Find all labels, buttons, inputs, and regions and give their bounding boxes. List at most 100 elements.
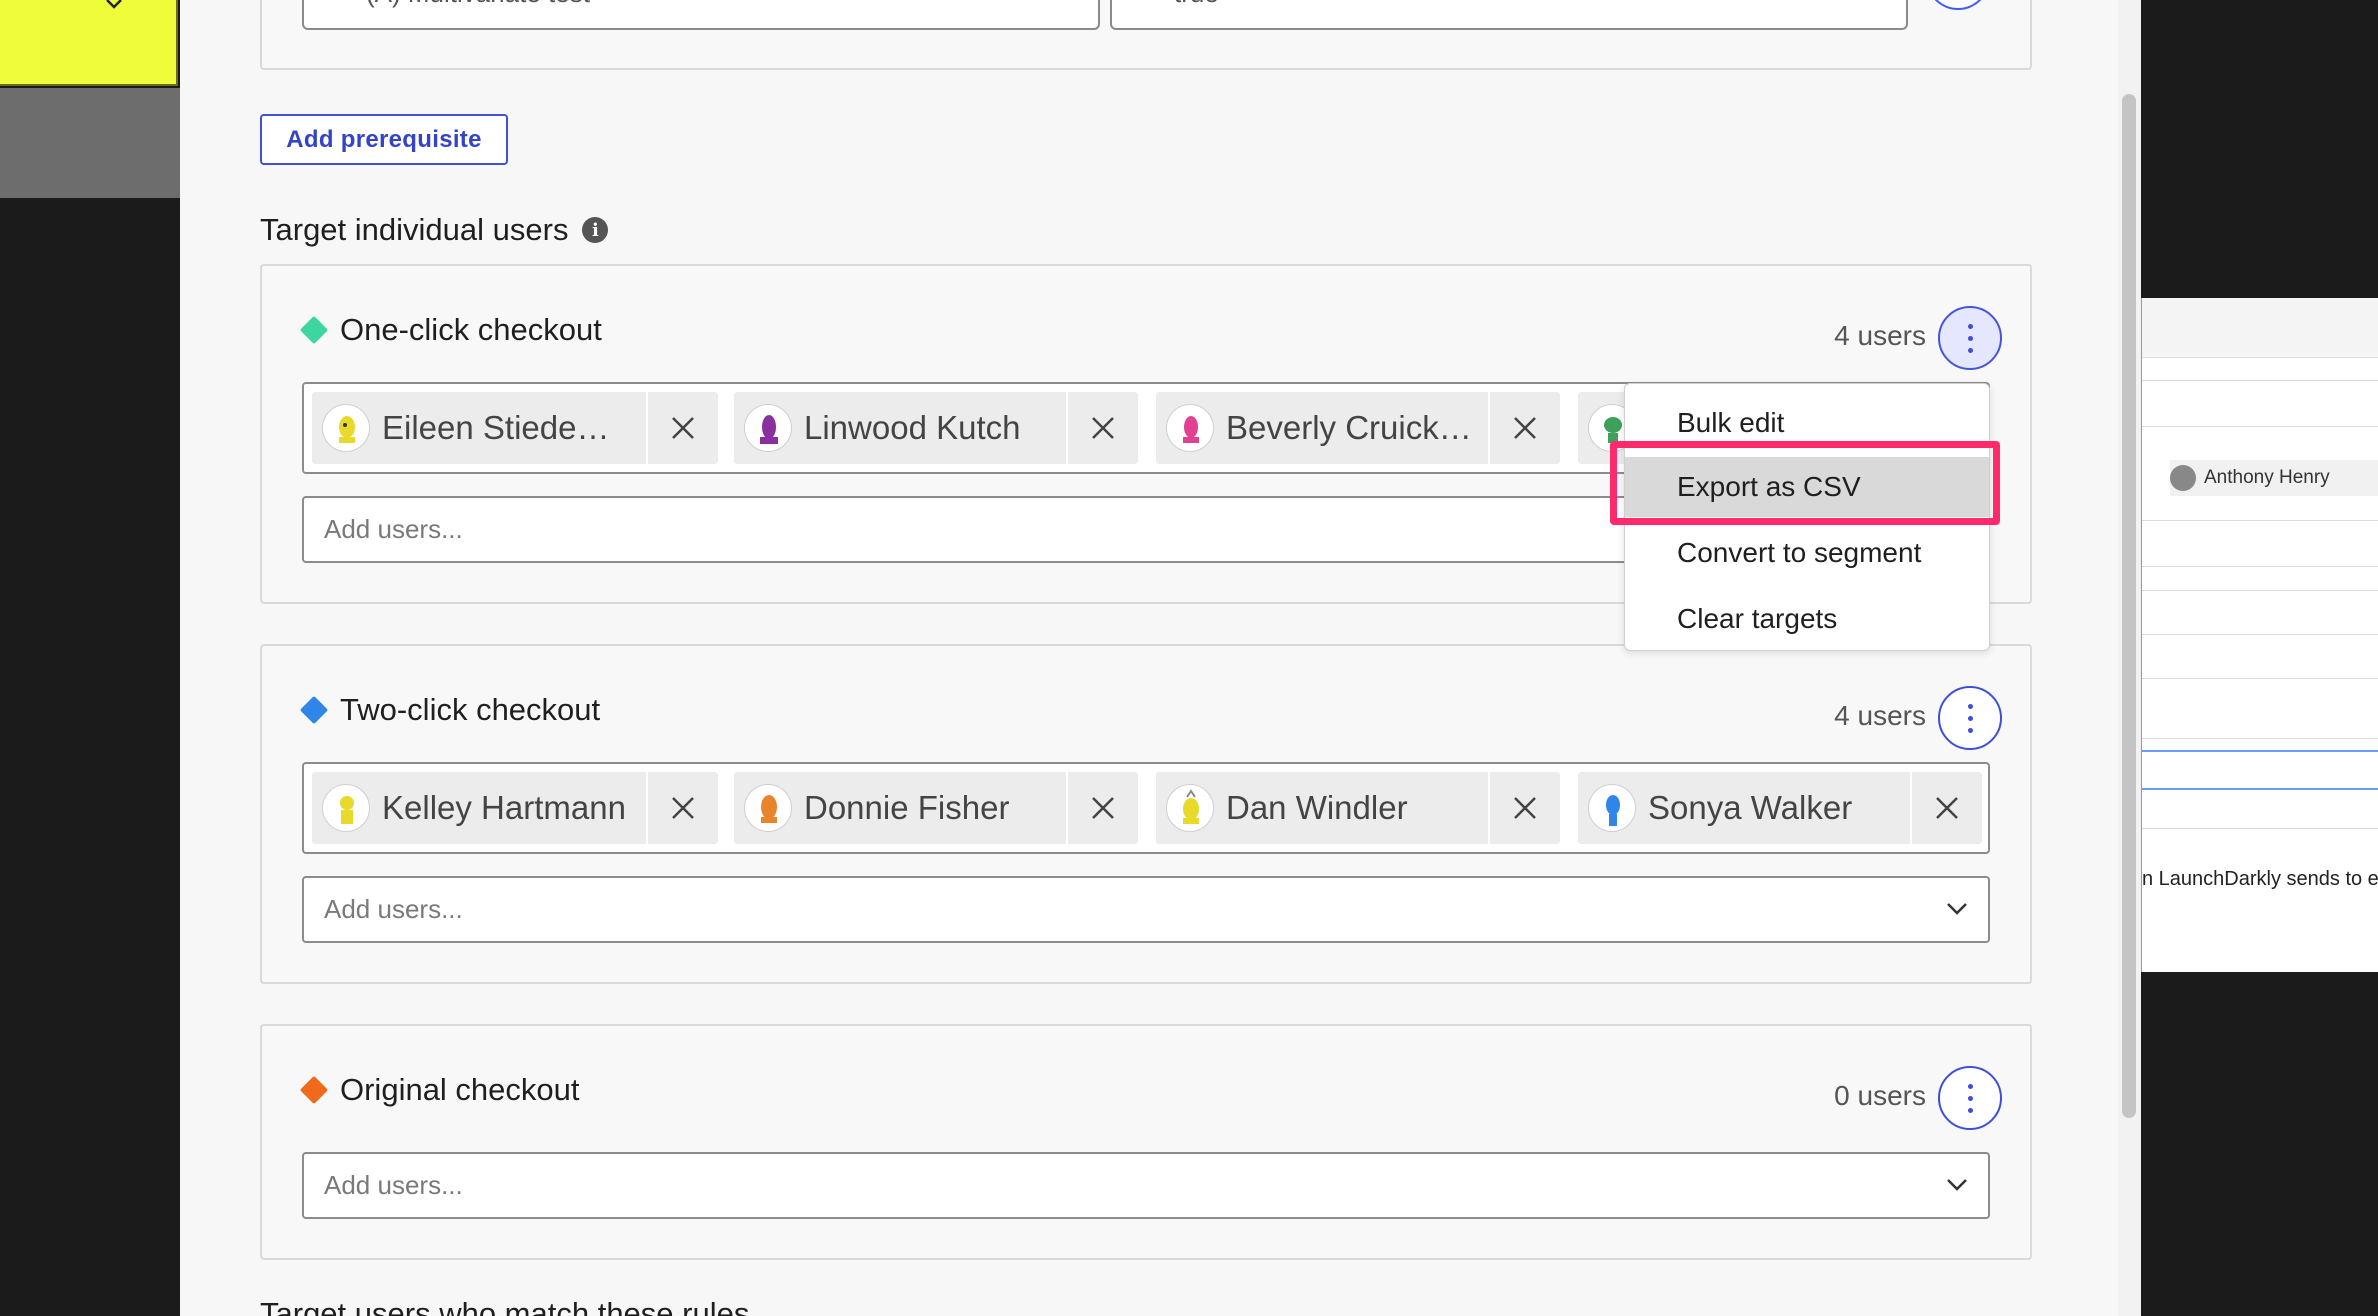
avatar xyxy=(1166,404,1214,452)
value-select-text: true xyxy=(1174,0,1219,9)
remove-user-button[interactable] xyxy=(1910,772,1982,844)
kebab-dot xyxy=(1968,704,1973,709)
remove-user-button[interactable] xyxy=(1488,772,1560,844)
rules-section-title: Target users who match these rules xyxy=(260,1296,750,1316)
add-users-select[interactable]: Add users... xyxy=(302,876,1990,943)
left-sidebar xyxy=(0,0,180,1316)
kebab-dot xyxy=(1968,1096,1973,1101)
close-icon xyxy=(1514,417,1536,439)
user-chip: Donnie Fisher xyxy=(734,772,1138,844)
remove-user-button[interactable] xyxy=(1488,392,1560,464)
avatar xyxy=(1588,784,1636,832)
close-icon xyxy=(1514,797,1536,819)
kebab-dot xyxy=(1968,348,1973,353)
avatar xyxy=(744,404,792,452)
divider xyxy=(2142,590,2378,591)
variation-header: Original checkout xyxy=(299,1072,580,1108)
remove-user-button[interactable] xyxy=(646,392,718,464)
divider xyxy=(2142,738,2378,739)
variation-header: One-click checkout xyxy=(299,312,602,348)
add-users-select[interactable]: Add users... xyxy=(302,1152,1990,1219)
chevron-down-icon xyxy=(1947,1179,1967,1191)
user-chip-name: Donnie Fisher xyxy=(804,789,1010,826)
value-select[interactable]: true xyxy=(1110,0,1908,30)
remove-user-button[interactable] xyxy=(1066,772,1138,844)
variation-diamond-icon xyxy=(299,695,329,725)
divider xyxy=(2142,520,2378,521)
user-count: 4 users xyxy=(1834,320,1926,351)
bg-window-header xyxy=(2142,298,2378,358)
kebab-dot xyxy=(1968,728,1973,733)
user-chip: Sonya Walker xyxy=(1578,772,1982,844)
variation-menu-button[interactable] xyxy=(1938,686,2002,750)
bg-description-text: n LaunchDarkly sends to e xyxy=(2142,868,2378,890)
divider xyxy=(2142,566,2378,567)
user-count: 0 users xyxy=(1834,1080,1926,1111)
kebab-dot xyxy=(1968,324,1973,329)
remove-user-button[interactable] xyxy=(646,772,718,844)
user-chip-name: Dan Windler xyxy=(1226,789,1408,826)
user-chip: Eileen Stiede… xyxy=(312,392,718,464)
variation-menu-button[interactable] xyxy=(1938,306,2002,370)
variation-name: Original checkout xyxy=(340,1072,580,1107)
user-chip-name: Eileen Stiede… xyxy=(382,409,610,446)
bg-focused-field xyxy=(2142,750,2378,790)
kebab-dot xyxy=(1968,336,1973,341)
avatar xyxy=(322,784,370,832)
remove-user-button[interactable] xyxy=(1066,392,1138,464)
menu-item-bulk-edit[interactable]: Bulk edit xyxy=(1625,393,1989,453)
user-count: 4 users xyxy=(1834,700,1926,731)
divider xyxy=(2142,678,2378,679)
section-title-text: Target individual users xyxy=(260,212,569,247)
user-chip: Kelley Hartmann xyxy=(312,772,718,844)
prerequisite-menu-button[interactable] xyxy=(1926,0,1990,10)
avatar xyxy=(744,784,792,832)
add-users-placeholder: Add users... xyxy=(324,894,463,924)
divider xyxy=(2142,380,2378,381)
section-title: Target individual users i xyxy=(260,212,609,248)
close-icon xyxy=(1092,797,1114,819)
bg-user-chip-name: Anthony Henry xyxy=(2204,467,2330,488)
menu-item-export-csv[interactable]: Export as CSV xyxy=(1625,457,1989,517)
user-chip: Dan Windler xyxy=(1156,772,1560,844)
chevron-down-icon xyxy=(1947,903,1967,915)
variation-diamond-icon xyxy=(299,315,329,345)
kebab-dot xyxy=(1968,1084,1973,1089)
user-chip-name: Sonya Walker xyxy=(1648,789,1853,826)
kebab-dot xyxy=(1968,716,1973,721)
add-prerequisite-button[interactable]: Add prerequisite xyxy=(260,114,508,165)
variation-header: Two-click checkout xyxy=(299,692,601,728)
variation-menu-button[interactable] xyxy=(1938,1066,2002,1130)
project-tile[interactable] xyxy=(0,0,178,86)
variation-actions-menu: Bulk edit Export as CSV Convert to segme… xyxy=(1624,383,1990,651)
info-icon[interactable]: i xyxy=(582,217,609,243)
variation-name: One-click checkout xyxy=(340,312,602,347)
avatar xyxy=(1166,784,1214,832)
divider xyxy=(2142,828,2378,829)
avatar xyxy=(322,404,370,452)
close-icon xyxy=(1092,417,1114,439)
divider xyxy=(2142,426,2378,427)
add-users-placeholder: Add users... xyxy=(324,1170,463,1200)
bg-user-chip: Anthony Henry xyxy=(2170,460,2378,496)
nav-tile[interactable] xyxy=(0,88,180,198)
user-chip-name: Linwood Kutch xyxy=(804,409,1021,446)
close-icon xyxy=(672,797,694,819)
variation-select-text: (A) Multivariate test xyxy=(366,0,590,9)
divider xyxy=(2142,634,2378,635)
targeted-users-box: Kelley Hartmann Donnie Fisher Dan Windle… xyxy=(302,762,1990,854)
chevron-down-icon xyxy=(106,0,122,9)
avatar xyxy=(2170,465,2196,491)
variation-name: Two-click checkout xyxy=(340,692,601,727)
menu-item-convert-segment[interactable]: Convert to segment xyxy=(1625,523,1989,583)
prerequisite-card: (A) Multivariate test true xyxy=(260,0,2032,70)
menu-item-clear-targets[interactable]: Clear targets xyxy=(1625,589,1989,649)
user-chip-name: Beverly Cruick… xyxy=(1226,409,1472,446)
user-chip-name: Kelley Hartmann xyxy=(382,789,626,826)
user-chip: Beverly Cruick… xyxy=(1156,392,1560,464)
close-icon xyxy=(672,417,694,439)
scrollbar-thumb[interactable] xyxy=(2122,94,2136,1118)
variation-card-original: Original checkout 0 users Add users... xyxy=(260,1024,2032,1260)
close-icon xyxy=(1936,797,1958,819)
variation-select[interactable]: (A) Multivariate test xyxy=(302,0,1100,30)
